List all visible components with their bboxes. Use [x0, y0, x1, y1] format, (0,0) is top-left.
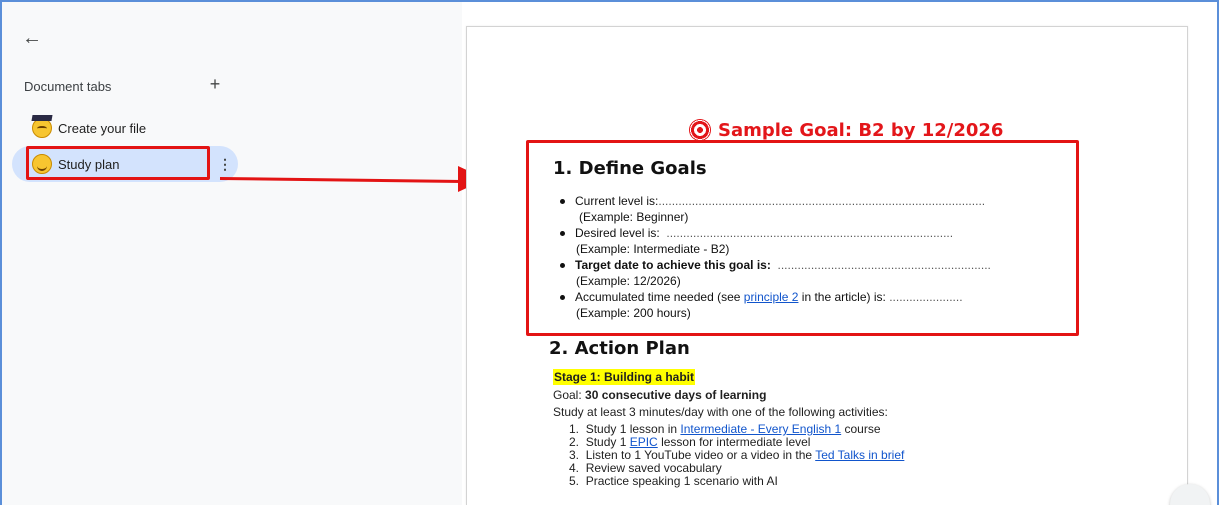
define-goals-highlight-box — [526, 140, 1079, 336]
ted-talks-in-brief-link[interactable]: Ted Talks in brief — [815, 448, 904, 462]
intro-text: Study at least 3 minutes/day with one of… — [553, 405, 888, 419]
document-title-text: Sample Goal: B2 by 12/2026 — [718, 119, 1004, 141]
document-title: Sample Goal: B2 by 12/2026 — [689, 119, 1003, 141]
thinking-face-emoji-icon — [32, 118, 52, 138]
epic-link[interactable]: EPIC — [630, 435, 658, 449]
activities-list: 1. Study 1 lesson in Intermediate - Ever… — [569, 423, 904, 488]
tab-create-your-file[interactable]: Create your file — [12, 110, 238, 146]
list-item: 5. Practice speaking 1 scenario with AI — [569, 474, 778, 488]
more-options-icon[interactable]: ⋮ — [218, 157, 232, 171]
tab-label: Create your file — [58, 120, 147, 136]
document-tabs-sidebar: ← Document tabs + Create your file Study… — [2, 2, 462, 505]
study-plan-highlight-box — [26, 146, 210, 180]
target-icon — [689, 119, 711, 141]
document-tabs-heading: Document tabs — [24, 79, 112, 94]
stage-heading: Stage 1: Building a habit — [553, 369, 696, 385]
intermediate-every-english-1-link[interactable]: Intermediate - Every English 1 — [680, 422, 841, 436]
add-tab-button[interactable]: + — [205, 74, 225, 94]
arrow-left-icon[interactable]: ← — [20, 26, 44, 50]
section-action-plan-heading: 2. Action Plan — [549, 338, 690, 359]
goal-text: Goal: 30 consecutive days of learning — [553, 388, 767, 402]
